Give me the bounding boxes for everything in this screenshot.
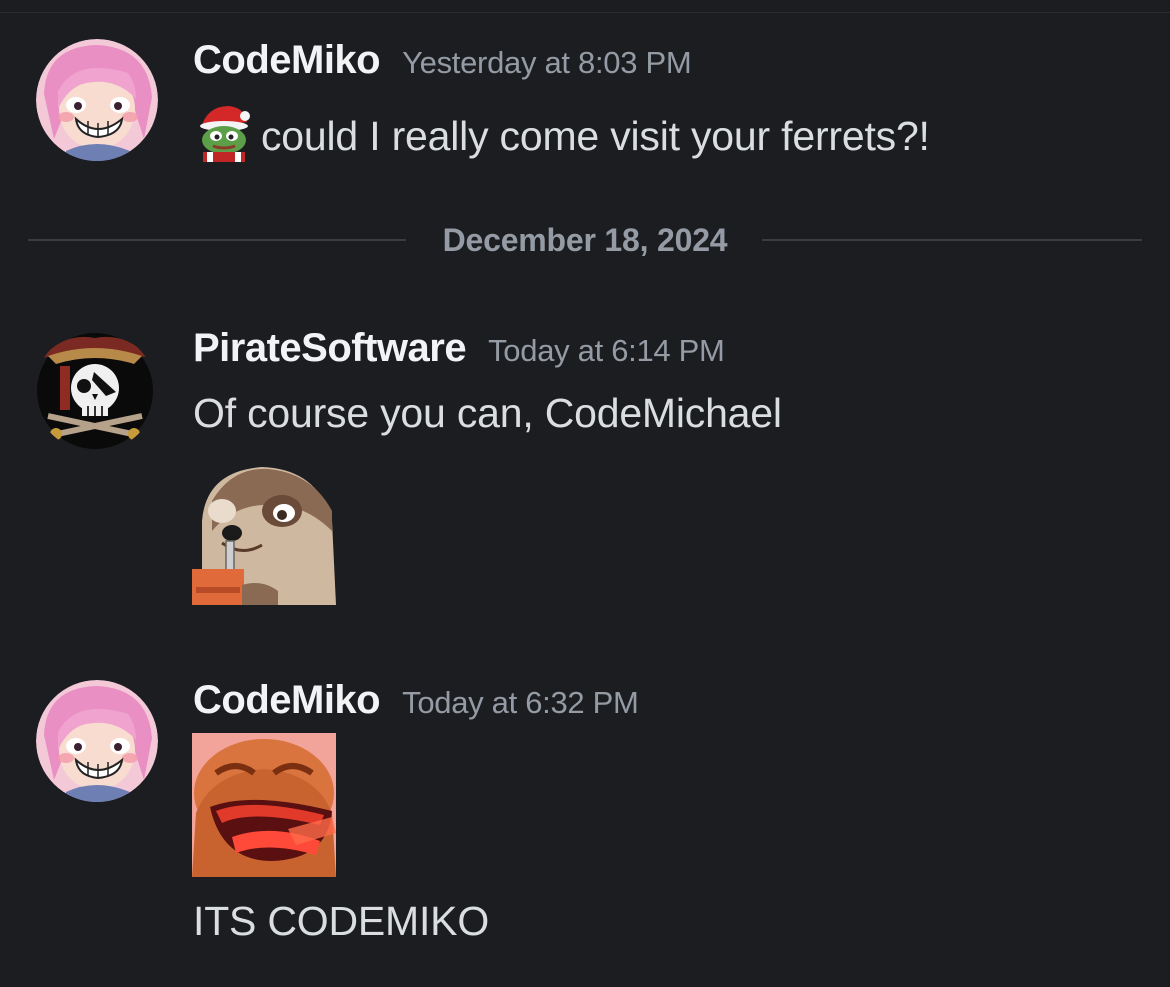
pirate-skull-avatar[interactable]	[34, 330, 156, 452]
message-text: Of course you can, CodeMichael	[193, 390, 782, 436]
pepe-santa-icon	[200, 106, 250, 162]
date-divider-label: December 18, 2024	[442, 222, 728, 258]
message-content: could I really come visit your ferrets?!	[193, 100, 930, 162]
message-timestamp[interactable]: Today at 6:14 PM	[488, 333, 725, 368]
codemiko-avatar-image	[36, 680, 158, 802]
pirate-skull-avatar-image	[37, 333, 153, 449]
ferret-juicebox-icon	[192, 461, 336, 605]
ferret-juicebox-emoji[interactable]	[192, 461, 336, 605]
pepe-rage-icon	[192, 733, 336, 877]
pepe-santa-emoji[interactable]	[193, 100, 255, 162]
message-header: CodeMiko Yesterday at 8:03 PM	[193, 38, 692, 83]
pepe-rage-emoji[interactable]	[192, 733, 336, 877]
top-separator	[0, 0, 1170, 13]
codemiko-avatar-image	[36, 39, 158, 161]
author-name[interactable]: CodeMiko	[193, 678, 381, 722]
codemiko-avatar[interactable]	[36, 39, 158, 161]
message-header: CodeMiko Today at 6:32 PM	[193, 678, 639, 723]
message-timestamp[interactable]: Yesterday at 8:03 PM	[402, 45, 692, 80]
message-header: PirateSoftware Today at 6:14 PM	[193, 326, 725, 371]
author-name[interactable]: CodeMiko	[193, 38, 381, 82]
message-timestamp[interactable]: Today at 6:32 PM	[402, 685, 639, 720]
message-text: ITS CODEMIKO	[193, 898, 490, 944]
author-name[interactable]: PirateSoftware	[193, 326, 467, 370]
codemiko-avatar[interactable]	[36, 680, 158, 802]
message-text: could I really come visit your ferrets?!	[261, 113, 930, 159]
